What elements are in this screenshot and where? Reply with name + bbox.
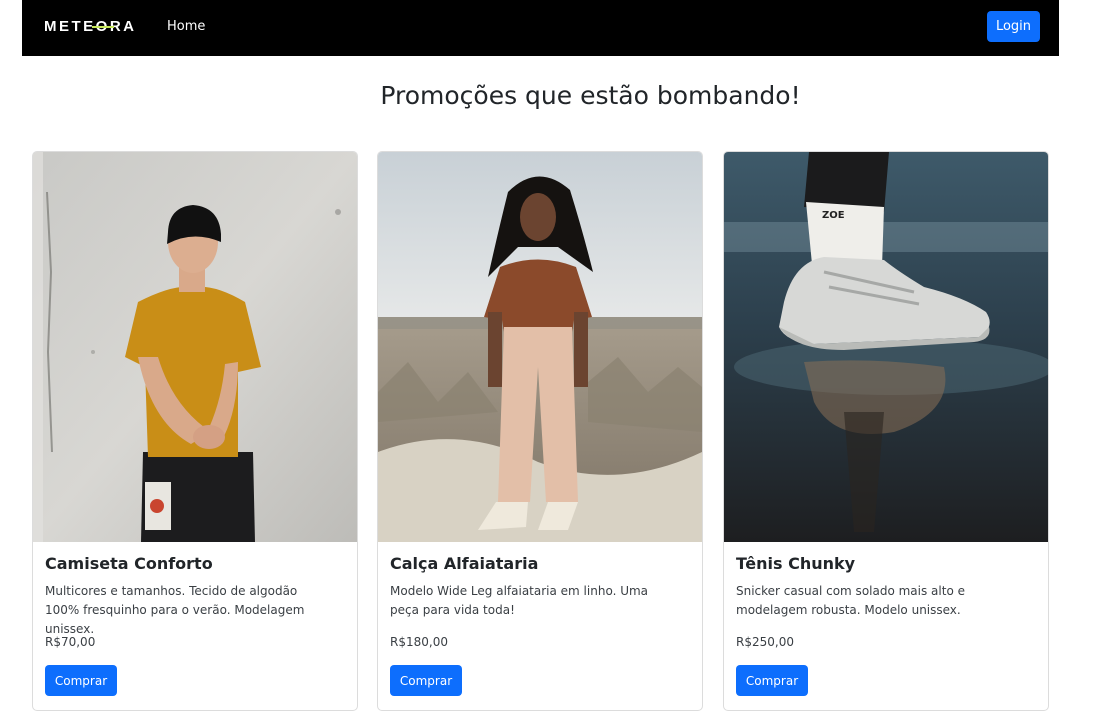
sock-text: ZOE: [822, 210, 845, 221]
product-description: Modelo Wide Leg alfaiataria em linho. Um…: [390, 584, 649, 617]
product-description: Snicker casual com solado mais alto e mo…: [736, 584, 965, 617]
product-card: Calça Alfaiataria Modelo Wide Leg alfaia…: [377, 151, 703, 711]
brand-accent-bar: [92, 26, 114, 28]
product-card: ZOE Tênis Chunky Snicker casual com sola…: [723, 151, 1049, 711]
product-title: Camiseta Conforto: [45, 554, 213, 573]
brand-logo[interactable]: METEORA: [44, 17, 137, 37]
product-price: R$250,00: [736, 635, 794, 649]
brand-name: METEORA: [44, 18, 137, 35]
buy-button[interactable]: Comprar: [390, 665, 462, 696]
product-image-tailored-pants-model: [378, 152, 702, 542]
buy-button[interactable]: Comprar: [45, 665, 117, 696]
product-image-tshirt-model: [33, 152, 357, 542]
buy-button[interactable]: Comprar: [736, 665, 808, 696]
product-price: R$180,00: [390, 635, 448, 649]
navbar: METEORA Home Login: [22, 0, 1059, 56]
nav-home-link[interactable]: Home: [167, 18, 205, 36]
product-price: R$70,00: [45, 635, 96, 649]
product-title: Tênis Chunky: [736, 554, 856, 573]
product-card: Camiseta Conforto Multicores e tamanhos.…: [32, 151, 358, 711]
login-button[interactable]: Login: [987, 11, 1040, 42]
product-image-chunky-sneaker: ZOE: [724, 152, 1048, 542]
product-title: Calça Alfaiataria: [390, 554, 539, 573]
page-title: Promoções que estão bombando!: [380, 81, 801, 110]
product-description: Multicores e tamanhos. Tecido de algodão…: [45, 584, 305, 636]
